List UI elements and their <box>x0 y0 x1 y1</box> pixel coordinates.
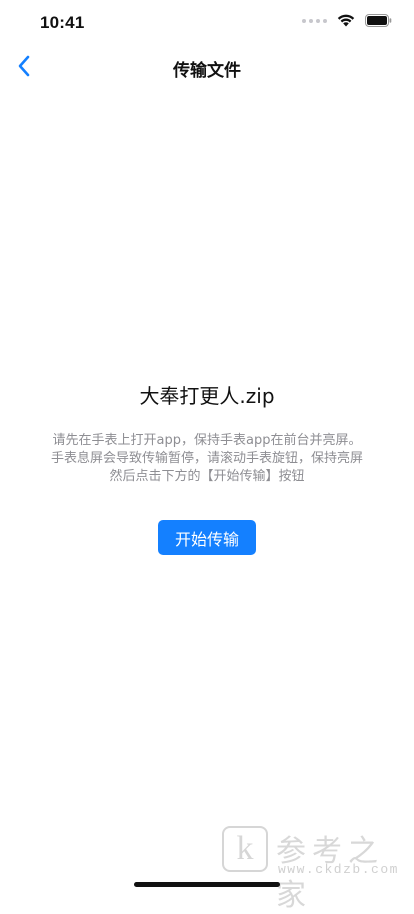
navigation-bar: 传输文件 <box>0 44 414 88</box>
start-transfer-button[interactable]: 开始传输 <box>158 520 256 555</box>
wifi-icon <box>337 14 355 27</box>
instruction-line: 请先在手表上打开app，保持手表app在前台并亮屏。 <box>52 433 362 448</box>
watermark-logo-icon: k <box>222 826 268 872</box>
watermark-url: www.ckdzb.com <box>278 862 399 877</box>
status-time: 10:41 <box>40 13 85 32</box>
status-bar: 10:41 <box>0 0 414 44</box>
home-indicator[interactable] <box>134 882 280 887</box>
instruction-line: 手表息屏会导致传输暂停，请滚动手表旋钮，保持亮屏 <box>50 451 363 466</box>
signal-icon <box>302 18 327 23</box>
file-name: 大奉打更人.zip <box>139 384 275 408</box>
instruction-text: 请先在手表上打开app，保持手表app在前台并亮屏。 手表息屏会导致传输暂停，请… <box>30 432 384 486</box>
status-icons <box>302 14 392 27</box>
instruction-line: 然后点击下方的【开始传输】按钮 <box>109 469 305 484</box>
watermark: k 参考之家 www.ckdzb.com <box>222 826 408 913</box>
page-title: 传输文件 <box>173 61 241 81</box>
battery-icon <box>365 14 392 27</box>
